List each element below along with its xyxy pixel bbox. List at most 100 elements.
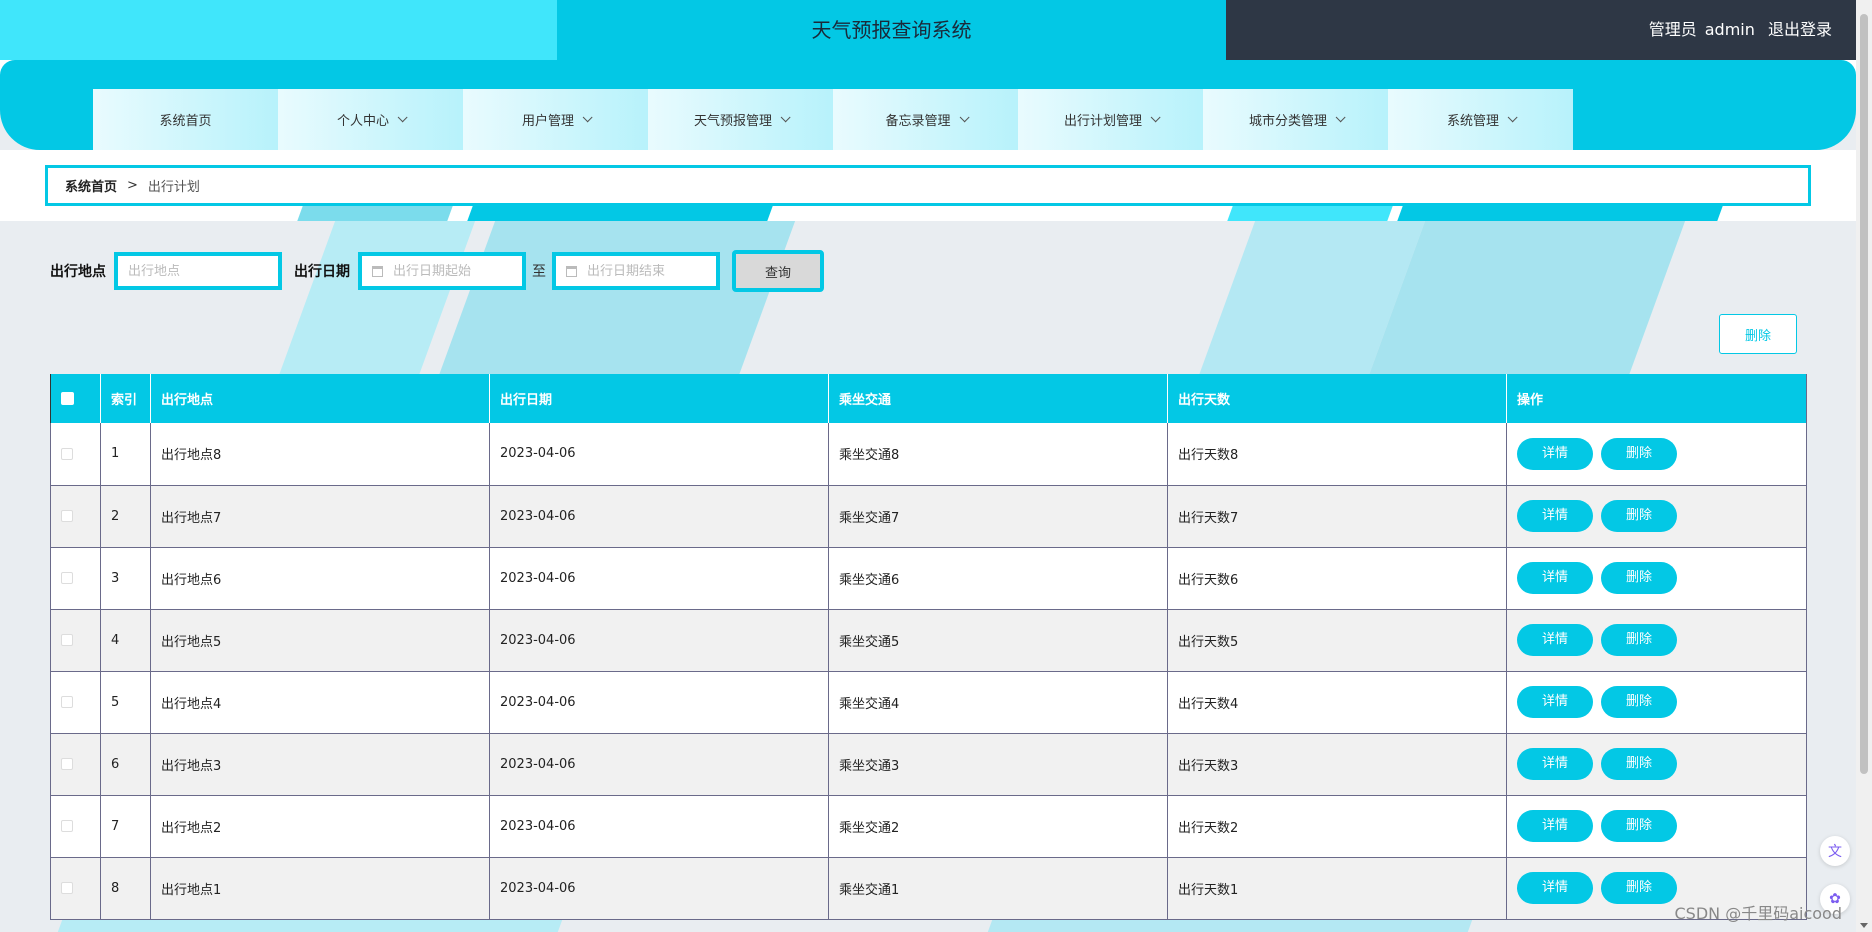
nav-item-weather-management[interactable]: 天气预报管理 (648, 89, 833, 150)
nav-label: 备忘录管理 (885, 114, 951, 129)
cell-days: 出行天数1 (1167, 857, 1507, 920)
cell-index: 7 (100, 795, 151, 858)
table-row: 1 出行地点8 2023-04-06 乘坐交通8 出行天数8 详情 删除 (50, 423, 1807, 486)
chevron-down-icon (582, 112, 593, 123)
column-header-date: 出行日期 (489, 374, 829, 423)
delete-button[interactable]: 删除 (1601, 686, 1677, 718)
delete-button[interactable]: 删除 (1601, 748, 1677, 780)
calendar-icon (566, 265, 577, 277)
row-select-cell (50, 609, 101, 672)
cell-actions: 详情 删除 (1506, 423, 1807, 486)
scroll-down-arrow[interactable] (1860, 923, 1868, 928)
decor-stripe (297, 206, 453, 221)
decor-stripe (467, 206, 773, 221)
cell-transport: 乘坐交通1 (828, 857, 1168, 920)
nav-item-city-category-management[interactable]: 城市分类管理 (1203, 89, 1388, 150)
decor-stripe (1397, 206, 1723, 221)
decor-stripe (987, 920, 1473, 932)
detail-button[interactable]: 详情 (1517, 624, 1593, 656)
row-checkbox[interactable] (61, 820, 73, 832)
date-range-separator: 至 (532, 264, 546, 280)
detail-button[interactable]: 详情 (1517, 872, 1593, 904)
page-scrollbar[interactable] (1856, 0, 1872, 932)
row-select-cell (50, 733, 101, 796)
query-button[interactable]: 查询 (732, 250, 824, 292)
detail-button[interactable]: 详情 (1517, 810, 1593, 842)
nav-item-memo-management[interactable]: 备忘录管理 (833, 89, 1018, 150)
select-all-checkbox[interactable] (61, 392, 74, 405)
row-checkbox[interactable] (61, 758, 73, 770)
cell-location: 出行地点4 (150, 671, 490, 734)
batch-delete-button[interactable]: 删除 (1719, 314, 1797, 354)
detail-button[interactable]: 详情 (1517, 562, 1593, 594)
row-checkbox[interactable] (61, 634, 73, 646)
delete-button[interactable]: 删除 (1601, 500, 1677, 532)
cell-location: 出行地点1 (150, 857, 490, 920)
app-title: 天气预报查询系统 (811, 18, 972, 42)
nav-label: 出行计划管理 (1063, 114, 1142, 129)
cell-location: 出行地点8 (150, 423, 490, 486)
user-role: 管理员 (1648, 20, 1697, 39)
cell-index: 4 (100, 609, 151, 672)
nav-band-top (0, 60, 1856, 75)
nav-item-home[interactable]: 系统首页 (93, 89, 278, 150)
cell-transport: 乘坐交通7 (828, 485, 1168, 548)
decor-stripe (57, 920, 563, 932)
cell-days: 出行天数4 (1167, 671, 1507, 734)
breadcrumb-home[interactable]: 系统首页 (65, 176, 117, 195)
chevron-down-icon (1335, 112, 1346, 123)
delete-button[interactable]: 删除 (1601, 872, 1677, 904)
breadcrumb: 系统首页 > 出行计划 (45, 165, 1811, 206)
row-checkbox[interactable] (61, 447, 73, 460)
detail-button[interactable]: 详情 (1517, 748, 1593, 780)
cell-actions: 详情 删除 (1506, 795, 1807, 858)
delete-button[interactable]: 删除 (1601, 810, 1677, 842)
username: admin (1704, 20, 1755, 39)
cell-index: 3 (100, 547, 151, 610)
delete-button[interactable]: 删除 (1601, 624, 1677, 656)
date-label: 出行日期 (294, 264, 350, 280)
cell-date: 2023-04-06 (489, 733, 829, 796)
table-header-row: 索引 出行地点 出行日期 乘坐交通 出行天数 操作 (50, 374, 1807, 423)
nav-item-personal-center[interactable]: 个人中心 (278, 89, 463, 150)
date-start-input[interactable] (393, 263, 522, 279)
table-row: 4 出行地点5 2023-04-06 乘坐交通5 出行天数5 详情 删除 (50, 609, 1807, 672)
cell-transport: 乘坐交通3 (828, 733, 1168, 796)
row-select-cell (50, 671, 101, 734)
logout-link[interactable]: 退出登录 (1768, 20, 1832, 39)
user-area: 管理员 admin 退出登录 (1641, 0, 1832, 60)
chevron-down-icon (397, 112, 408, 123)
row-select-cell (50, 485, 101, 548)
nav-label: 城市分类管理 (1248, 114, 1327, 129)
cell-date: 2023-04-06 (489, 857, 829, 920)
nav-item-travel-plan-management[interactable]: 出行计划管理 (1018, 89, 1203, 150)
cell-location: 出行地点2 (150, 795, 490, 858)
table-row: 2 出行地点7 2023-04-06 乘坐交通7 出行天数7 详情 删除 (50, 485, 1807, 548)
chevron-down-icon (1150, 112, 1161, 123)
cell-days: 出行天数8 (1167, 423, 1507, 486)
nav-item-user-management[interactable]: 用户管理 (463, 89, 648, 150)
breadcrumb-separator: > (127, 178, 138, 193)
detail-button[interactable]: 详情 (1517, 437, 1593, 470)
location-input[interactable] (128, 263, 278, 279)
row-checkbox[interactable] (61, 572, 73, 584)
detail-button[interactable]: 详情 (1517, 686, 1593, 718)
date-end-input[interactable] (587, 263, 716, 279)
row-checkbox[interactable] (61, 696, 73, 708)
scrollbar-thumb[interactable] (1860, 14, 1868, 774)
delete-button[interactable]: 删除 (1601, 562, 1677, 594)
cell-days: 出行天数7 (1167, 485, 1507, 548)
cell-days: 出行天数2 (1167, 795, 1507, 858)
cell-actions: 详情 删除 (1506, 733, 1807, 796)
table-row: 8 出行地点1 2023-04-06 乘坐交通1 出行天数1 详情 删除 (50, 857, 1807, 920)
table-row: 3 出行地点6 2023-04-06 乘坐交通6 出行天数6 详情 删除 (50, 547, 1807, 610)
translate-icon[interactable]: 文 (1820, 836, 1850, 866)
row-checkbox[interactable] (61, 882, 73, 894)
cell-index: 8 (100, 857, 151, 920)
delete-button[interactable]: 删除 (1601, 437, 1677, 470)
nav-item-system-management[interactable]: 系统管理 (1388, 89, 1573, 150)
cell-transport: 乘坐交通6 (828, 547, 1168, 610)
detail-button[interactable]: 详情 (1517, 500, 1593, 532)
row-checkbox[interactable] (61, 510, 73, 522)
cell-date: 2023-04-06 (489, 485, 829, 548)
